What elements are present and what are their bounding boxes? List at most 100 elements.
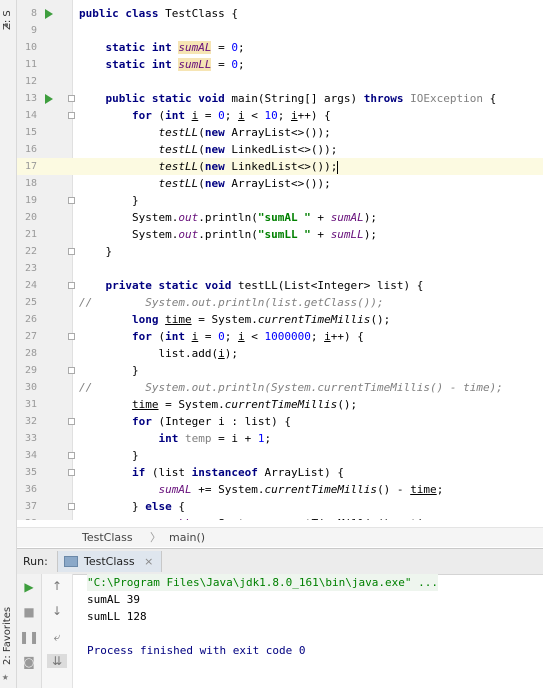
code-line[interactable]: 25 // System.out.println(list.getClass())… bbox=[17, 294, 543, 311]
code-line[interactable]: 37 } else { bbox=[17, 498, 543, 515]
favorites-tool-label[interactable]: 2: Favorites bbox=[2, 607, 13, 665]
structure-icon[interactable]: ▪ bbox=[4, 20, 12, 29]
line-number: 9 bbox=[30, 25, 37, 36]
code-token: list.add( bbox=[79, 347, 219, 360]
breadcrumb-method[interactable]: main() bbox=[169, 528, 205, 547]
code-text: for (int i = 0; i < 1000000; i++) { bbox=[79, 328, 364, 345]
code-line[interactable]: 27 for (int i = 0; i < 1000000; i++) { bbox=[17, 328, 543, 345]
run-gutter-icon[interactable] bbox=[45, 9, 53, 19]
favorites-star-icon[interactable]: ★ bbox=[2, 670, 9, 683]
code-line[interactable]: 21 System.out.println("sumLL " + sumLL); bbox=[17, 226, 543, 243]
code-line[interactable]: 14 for (int i = 0; i < 10; i++) { bbox=[17, 107, 543, 124]
code-line[interactable]: 26 long time = System.currentTimeMillis(… bbox=[17, 311, 543, 328]
code-line[interactable]: 12 bbox=[17, 73, 543, 90]
code-line[interactable]: 17 testLL(new LinkedList<>()); bbox=[17, 158, 543, 175]
code-token: testLL bbox=[158, 177, 199, 190]
code-line[interactable]: 16 testLL(new LinkedList<>()); bbox=[17, 141, 543, 158]
code-token: = System. bbox=[191, 313, 258, 326]
code-text: time = System.currentTimeMillis(); bbox=[79, 396, 357, 413]
code-token: sumAL bbox=[158, 483, 192, 496]
run-tool-window-header: Run: TestClass × bbox=[17, 548, 543, 575]
code-token: long bbox=[131, 313, 166, 326]
fold-marker-icon[interactable] bbox=[68, 112, 75, 119]
code-token: time bbox=[131, 398, 159, 411]
fold-marker-icon[interactable] bbox=[68, 469, 75, 476]
line-number: 17 bbox=[24, 161, 37, 172]
line-number: 29 bbox=[24, 365, 37, 376]
code-line[interactable]: 19 } bbox=[17, 192, 543, 209]
fold-marker-icon[interactable] bbox=[68, 333, 75, 340]
code-line[interactable]: 33 int temp = i + 1; bbox=[17, 430, 543, 447]
code-token: i bbox=[218, 347, 225, 360]
fold-marker-icon[interactable] bbox=[68, 248, 75, 255]
code-line[interactable]: 18 testLL(new ArrayList<>()); bbox=[17, 175, 543, 192]
code-text: if (list instanceof ArrayList) { bbox=[79, 464, 344, 481]
code-token: } bbox=[79, 449, 139, 462]
scroll-to-end-icon[interactable]: ⇊ bbox=[47, 654, 67, 668]
code-token: (list bbox=[151, 466, 192, 479]
code-line[interactable]: 30 // System.out.println(System.currentTi… bbox=[17, 379, 543, 396]
pause-icon[interactable]: ❚❚ bbox=[19, 630, 39, 644]
fold-marker-icon[interactable] bbox=[68, 367, 75, 374]
rerun-icon[interactable]: ▶ bbox=[19, 580, 39, 594]
line-number: 10 bbox=[24, 42, 37, 53]
code-token: "sumLL " bbox=[257, 228, 311, 241]
fold-marker-icon[interactable] bbox=[68, 503, 75, 510]
code-line[interactable]: 36 sumAL += System.currentTimeMillis() -… bbox=[17, 481, 543, 498]
code-token: ; bbox=[224, 330, 238, 343]
line-number: 27 bbox=[24, 331, 37, 342]
code-token: < bbox=[244, 330, 265, 343]
code-text: System.out.println("sumLL " + sumLL); bbox=[79, 226, 377, 243]
stop-icon[interactable]: ■ bbox=[19, 605, 39, 619]
code-line[interactable]: 9 bbox=[17, 22, 543, 39]
breadcrumb-class[interactable]: TestClass bbox=[82, 528, 133, 547]
code-token: += System. bbox=[192, 517, 264, 520]
code-token: 10 bbox=[264, 109, 278, 122]
line-number: 34 bbox=[24, 450, 37, 461]
code-text: public class TestClass { bbox=[79, 5, 238, 22]
close-icon[interactable]: × bbox=[144, 555, 153, 568]
code-line[interactable]: 24 private static void testLL(List<Integ… bbox=[17, 277, 543, 294]
code-token: = bbox=[198, 109, 219, 122]
code-token: for bbox=[131, 415, 159, 428]
code-line[interactable]: 11 static int sumLL = 0; bbox=[17, 56, 543, 73]
fold-marker-icon[interactable] bbox=[68, 197, 75, 204]
fold-marker-icon[interactable] bbox=[68, 452, 75, 459]
code-token: out bbox=[178, 211, 199, 224]
down-arrow-icon[interactable]: ↓ bbox=[47, 604, 67, 618]
code-token: sumLL bbox=[178, 58, 212, 71]
run-tab-testclass[interactable]: TestClass × bbox=[57, 551, 163, 572]
code-line[interactable]: 29 } bbox=[17, 362, 543, 379]
code-line[interactable]: 31 time = System.currentTimeMillis(); bbox=[17, 396, 543, 413]
code-line[interactable]: 20 System.out.println("sumAL " + sumAL); bbox=[17, 209, 543, 226]
code-line[interactable]: 35 if (list instanceof ArrayList) { bbox=[17, 464, 543, 481]
code-line[interactable]: 8 public class TestClass { bbox=[17, 5, 543, 22]
code-token: for bbox=[131, 330, 159, 343]
code-line[interactable]: 32 for (Integer i : list) { bbox=[17, 413, 543, 430]
console-output[interactable]: "C:\Program Files\Java\jdk1.8.0_161\bin\… bbox=[87, 574, 537, 659]
line-number: 13 bbox=[24, 93, 37, 104]
camera-icon[interactable]: ◙ bbox=[19, 655, 39, 669]
up-arrow-icon[interactable]: ↑ bbox=[47, 579, 67, 593]
code-line[interactable]: 38 sumLL += System.currentTimeMillis() -… bbox=[17, 515, 543, 520]
code-line[interactable]: 28 list.add(i); bbox=[17, 345, 543, 362]
code-token: ( bbox=[198, 143, 205, 156]
code-token: time bbox=[410, 517, 437, 520]
code-line[interactable]: 15 testLL(new ArrayList<>()); bbox=[17, 124, 543, 141]
fold-marker-icon[interactable] bbox=[68, 95, 75, 102]
code-line[interactable]: 22 } bbox=[17, 243, 543, 260]
fold-marker-icon[interactable] bbox=[68, 418, 75, 425]
code-line[interactable]: 23 bbox=[17, 260, 543, 277]
run-gutter-icon[interactable] bbox=[45, 94, 53, 104]
code-line[interactable]: 10 static int sumAL = 0; bbox=[17, 39, 543, 56]
code-line[interactable]: 13 public static void main(String[] args… bbox=[17, 90, 543, 107]
line-number: 16 bbox=[24, 144, 37, 155]
code-editor[interactable]: 8 public class TestClass { 9 10 static int … bbox=[17, 0, 543, 520]
soft-wrap-icon[interactable]: ⤶ bbox=[47, 630, 67, 645]
console-command-line: "C:\Program Files\Java\jdk1.8.0_161\bin\… bbox=[87, 574, 438, 591]
fold-marker-icon[interactable] bbox=[68, 282, 75, 289]
code-line[interactable]: 34 } bbox=[17, 447, 543, 464]
code-token: 0 bbox=[231, 41, 238, 54]
